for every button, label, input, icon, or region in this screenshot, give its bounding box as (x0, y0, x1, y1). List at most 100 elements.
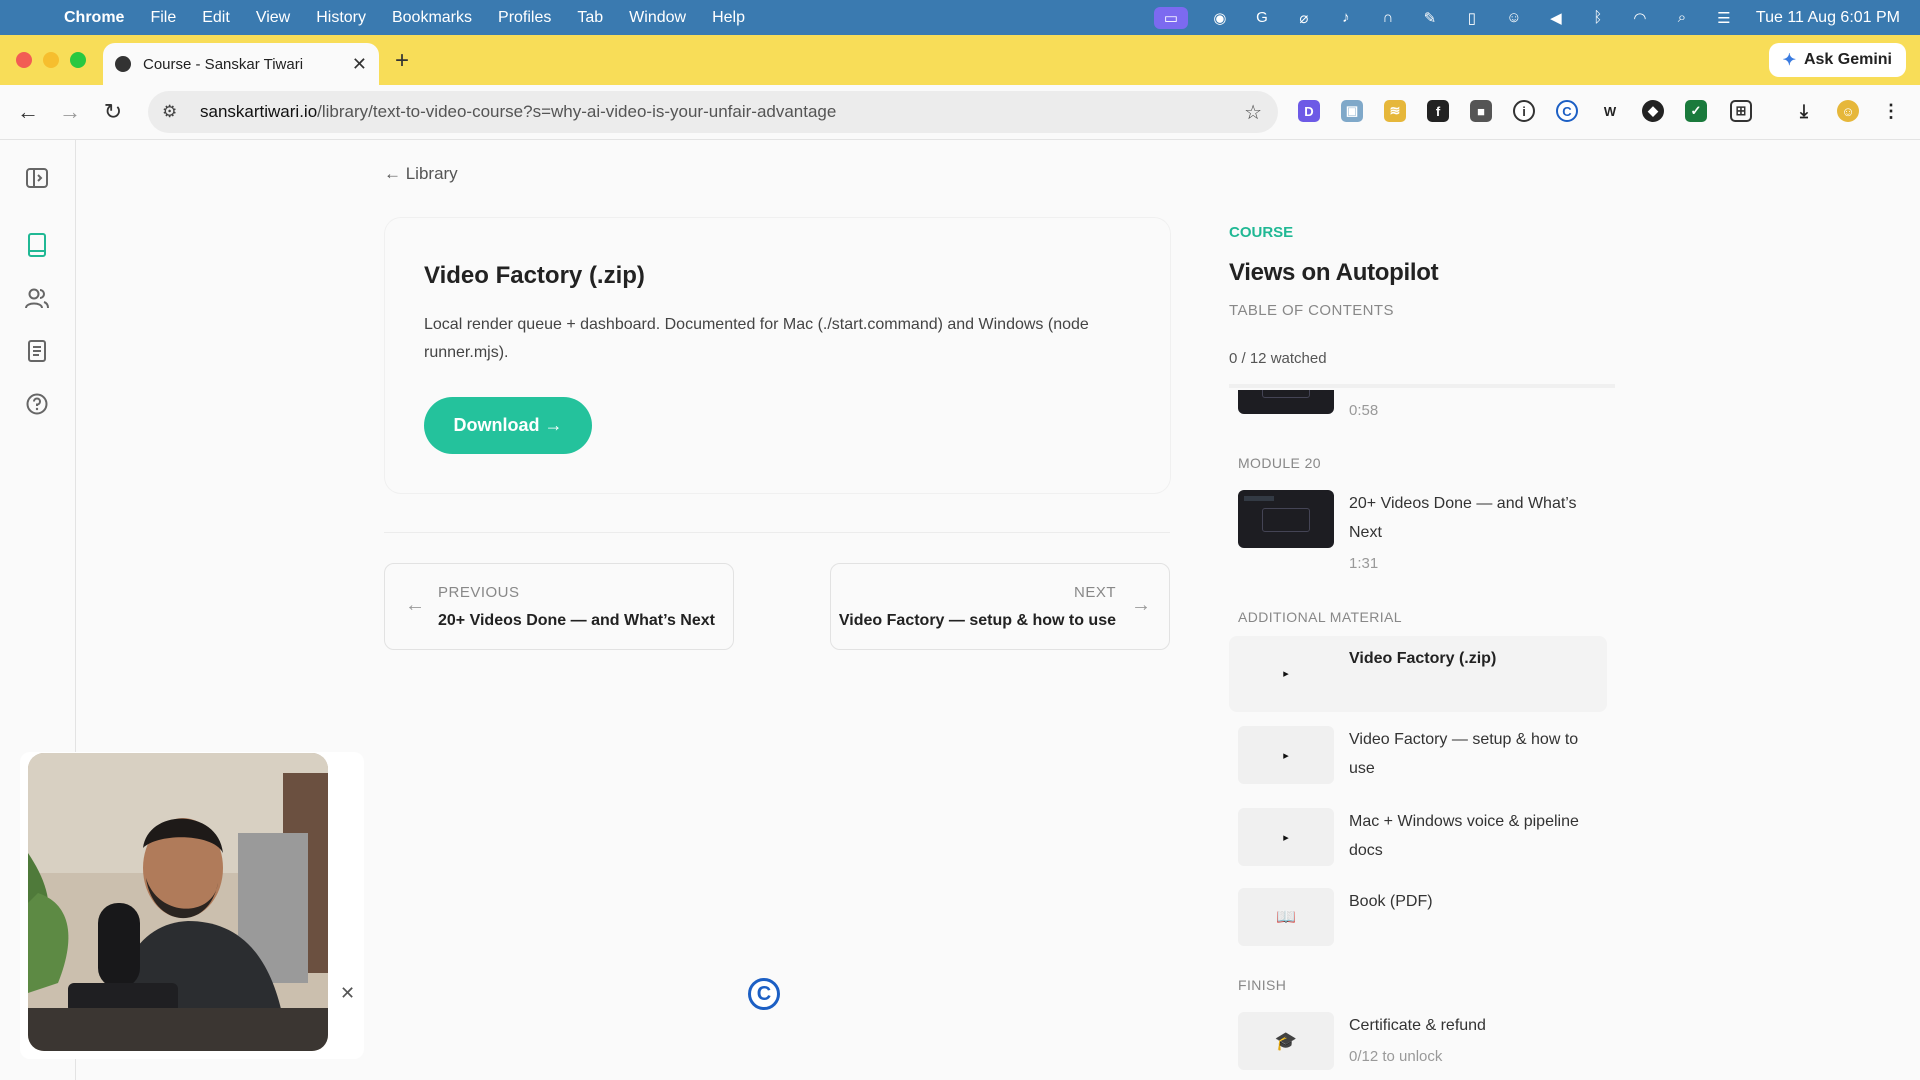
pen-icon[interactable]: ✎ (1420, 8, 1440, 28)
menu-profiles[interactable]: Profiles (498, 9, 551, 27)
menu-app-chrome[interactable]: Chrome (64, 9, 124, 27)
play-thumbnail-icon[interactable]: ▸ (1238, 644, 1334, 702)
menu-view[interactable]: View (256, 9, 290, 27)
graduation-cap-icon[interactable]: 🎓 (1238, 1012, 1334, 1070)
url-path: /library/text-to-video-course?s=why-ai-v… (317, 102, 837, 121)
finish-label: FINISH (1238, 977, 1287, 993)
headphones-icon[interactable]: ∩ (1378, 8, 1398, 28)
module-lesson-title[interactable]: 20+ Videos Done — and What’s Next (1349, 489, 1599, 547)
extension-c-icon[interactable]: C (1556, 100, 1578, 122)
sidebar-toggle-icon[interactable] (23, 164, 51, 192)
split-view-icon[interactable]: ▯ (1462, 8, 1482, 28)
screen-recorder-icon[interactable]: ▭ (1153, 6, 1188, 29)
notes-document-icon[interactable] (23, 337, 51, 365)
resource-description: Local render queue + dashboard. Document… (424, 316, 1089, 361)
help-question-icon[interactable] (23, 390, 51, 418)
extension-yellow-icon[interactable]: ≋ (1384, 100, 1406, 122)
menu-bookmarks[interactable]: Bookmarks (392, 9, 472, 27)
material-item-docs[interactable]: Mac + Windows voice & pipeline docs (1349, 807, 1599, 865)
bookmark-star-icon[interactable]: ☆ (1244, 100, 1262, 125)
course-title: Views on Autopilot (1229, 259, 1439, 286)
previous-lesson-card[interactable]: ← PREVIOUS 20+ Videos Done — and What’s … (384, 563, 734, 650)
menu-file[interactable]: File (150, 9, 176, 27)
status-icons: ▭ ◉ G ⌀ ♪ ∩ ✎ ▯ ☺ ◀ ᛒ ◠ ⌕ ☰ Tue 11 Aug 6… (1153, 0, 1900, 35)
menubar-clock[interactable]: Tue 11 Aug 6:01 PM (1756, 9, 1900, 27)
content-divider (384, 532, 1170, 533)
minimize-window-button[interactable] (43, 52, 59, 68)
play-thumbnail-icon[interactable]: ▸ (1238, 808, 1334, 866)
menu-edit[interactable]: Edit (202, 9, 230, 27)
previous-lesson-title: 20+ Videos Done — and What’s Next (438, 612, 715, 629)
browser-tab-active[interactable]: Course - Sanskar Tiwari ✕ (103, 43, 379, 85)
next-lesson-title: Video Factory — setup & how to use (838, 612, 1116, 629)
tab-strip: Course - Sanskar Tiwari ✕ + ✦ Ask Gemini (0, 35, 1920, 85)
extension-d-icon[interactable]: D (1298, 100, 1320, 122)
close-window-button[interactable] (16, 52, 32, 68)
menu-tab[interactable]: Tab (577, 9, 603, 27)
reload-icon[interactable]: ↻ (100, 99, 126, 125)
paperclip-icon[interactable]: ⌀ (1294, 8, 1314, 28)
floating-c-extension-icon[interactable]: C (748, 978, 780, 1010)
extension-wolf-icon[interactable]: W (1599, 100, 1621, 122)
resource-card: Video Factory (.zip) Local render queue … (385, 218, 1170, 493)
extensions-puzzle-icon[interactable]: ⊞ (1730, 100, 1752, 122)
community-users-icon[interactable] (23, 284, 51, 312)
book-thumbnail-icon[interactable]: 📖 (1238, 888, 1334, 946)
bluetooth-icon[interactable]: ᛒ (1588, 8, 1608, 28)
back-arrow-icon[interactable]: ← (15, 99, 41, 125)
record-icon[interactable]: ◉ (1210, 8, 1230, 28)
module-lesson-duration: 1:31 (1349, 555, 1379, 572)
address-bar[interactable]: ⚙ sanskartiwari.io /library/text-to-vide… (148, 91, 1278, 133)
back-to-library-link[interactable]: ← Library (384, 164, 458, 184)
url-host: sanskartiwari.io (200, 102, 318, 121)
resource-title: Video Factory (.zip) (424, 262, 645, 289)
toc-list[interactable]: 0:58 MODULE 20 20+ Videos Done — and Wha… (1229, 390, 1615, 1080)
menu-help[interactable]: Help (712, 9, 745, 27)
extension-image-icon[interactable]: ▣ (1341, 100, 1363, 122)
ask-gemini-button[interactable]: ✦ Ask Gemini (1768, 43, 1906, 77)
next-lesson-card[interactable]: NEXT Video Factory — setup & how to use … (830, 563, 1170, 650)
lesson-duration: 0:58 (1349, 402, 1379, 419)
play-thumbnail-icon[interactable]: ▸ (1238, 726, 1334, 784)
ask-gemini-label: Ask Gemini (1803, 51, 1892, 68)
bell-icon[interactable]: ♪ (1336, 8, 1356, 28)
site-settings-icon[interactable]: ⚙ (162, 102, 180, 122)
control-center-icon[interactable]: ☰ (1714, 8, 1734, 28)
certificate-item-title[interactable]: Certificate & refund (1349, 1011, 1599, 1040)
webcam-video-feed[interactable] (28, 753, 328, 1051)
material-item-setup[interactable]: Video Factory — setup & how to use (1349, 725, 1599, 783)
maximize-window-button[interactable] (70, 52, 86, 68)
additional-material-label: ADDITIONAL MATERIAL (1238, 609, 1402, 625)
new-tab-icon[interactable]: + (395, 47, 409, 75)
lesson-thumbnail[interactable] (1238, 390, 1334, 414)
grammarly-icon[interactable]: G (1252, 8, 1272, 28)
menu-history[interactable]: History (316, 9, 366, 27)
browser-menu-icon[interactable]: ⋮ (1880, 100, 1902, 122)
extension-video-icon[interactable]: ■ (1470, 100, 1492, 122)
downloads-icon[interactable]: ⤓ (1793, 100, 1815, 122)
material-item-video-factory-zip[interactable]: Video Factory (.zip) (1349, 644, 1599, 673)
toc-label: TABLE OF CONTENTS (1229, 302, 1394, 319)
menu-window[interactable]: Window (629, 9, 686, 27)
spotlight-search-icon[interactable]: ⌕ (1672, 8, 1692, 28)
certificate-unlock-status: 0/12 to unlock (1349, 1048, 1443, 1065)
course-label: COURSE (1229, 224, 1294, 241)
emoji-icon[interactable]: ☺ (1504, 8, 1524, 28)
material-item-book[interactable]: Book (PDF) (1349, 887, 1599, 916)
profile-avatar-icon[interactable]: ☺ (1837, 100, 1859, 122)
previous-arrow-icon: ← (405, 594, 425, 616)
close-tab-icon[interactable]: ✕ (352, 54, 367, 75)
wifi-icon[interactable]: ◠ (1630, 8, 1650, 28)
library-book-icon[interactable] (23, 231, 51, 259)
extension-drop-icon[interactable]: ◆ (1642, 100, 1664, 122)
next-label: NEXT (1073, 584, 1116, 601)
download-button[interactable]: Download → (424, 397, 592, 454)
extension-password-icon[interactable]: i (1513, 100, 1535, 122)
extension-check-icon[interactable]: ✓ (1685, 100, 1707, 122)
close-webcam-icon[interactable]: ✕ (340, 983, 355, 1004)
volume-icon[interactable]: ◀ (1546, 8, 1566, 28)
module-lesson-thumbnail[interactable] (1238, 490, 1334, 548)
extension-fx-icon[interactable]: f (1427, 100, 1449, 122)
tab-title: Course - Sanskar Tiwari (143, 55, 304, 73)
forward-arrow-icon[interactable]: → (57, 99, 83, 125)
